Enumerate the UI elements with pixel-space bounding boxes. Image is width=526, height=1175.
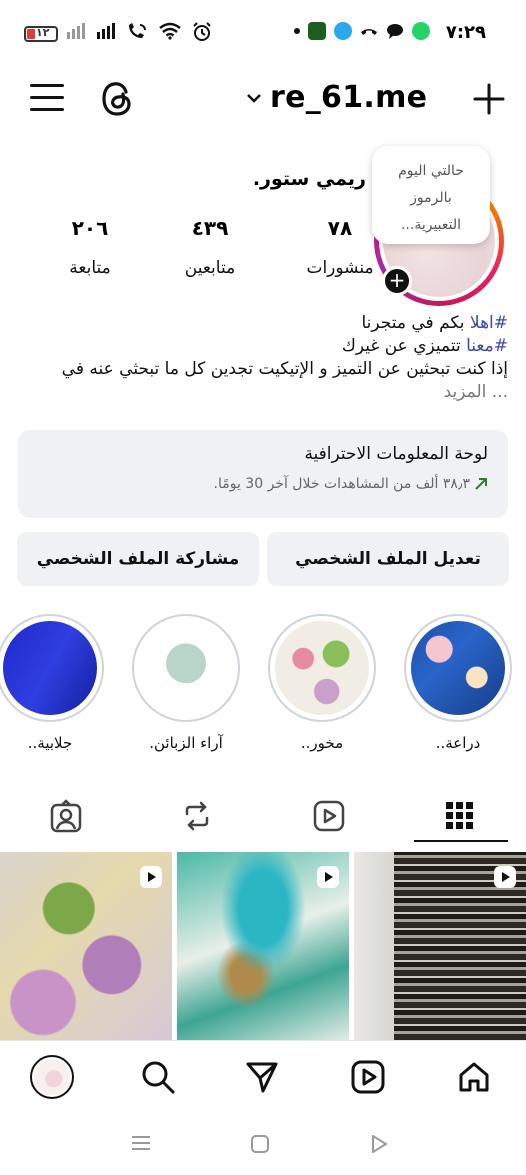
share-profile-button[interactable]: مشاركة الملف الشخصي (17, 532, 259, 586)
post-thumbnail[interactable] (177, 852, 349, 1040)
wifi-call-icon (129, 23, 146, 38)
dot-icon (294, 28, 300, 34)
profile-bio: #اهلا بكم في متجرنا #معنا تتميزي عن غيرك… (8, 312, 508, 404)
home-square-icon[interactable] (250, 1134, 270, 1154)
signal-icon (67, 23, 85, 39)
status-bar: ١٢ ٧:٢٩ (0, 0, 526, 66)
hashtag-link[interactable]: #اهلا (470, 313, 508, 333)
post-thumbnail[interactable] (0, 852, 172, 1040)
professional-dashboard[interactable]: لوحة المعلومات الاحترافية ٣٨٫٣ ألف من ال… (18, 430, 508, 518)
hashtag-link[interactable]: #معنا (466, 336, 508, 356)
dashboard-subtitle: ٣٨٫٣ ألف من المشاهدات خلال آخر 30 يومًا. (213, 476, 471, 492)
chevron-down-icon (247, 93, 261, 103)
stat-following[interactable]: ٢٠٦ متابعة (40, 216, 140, 278)
reels-icon[interactable] (309, 796, 349, 836)
note-line: بالرموز (410, 190, 452, 206)
highlight-item[interactable]: مخور.. (268, 614, 376, 752)
chat-icon (387, 24, 403, 39)
username: re_61.me (270, 80, 428, 115)
highlight-label: دراعة.. (435, 734, 481, 752)
stat-value: ٤٣٩ (191, 216, 229, 240)
tagged-icon[interactable] (46, 796, 86, 836)
send-icon[interactable] (240, 1055, 284, 1099)
dashboard-title: لوحة المعلومات الاحترافية (304, 444, 488, 464)
add-story-icon[interactable]: + (382, 266, 412, 296)
highlight-cover (3, 621, 97, 715)
stat-label: متابعة (69, 258, 111, 278)
reel-badge-icon (494, 866, 516, 888)
battery-level: ١٢ (36, 26, 50, 39)
bottom-navigation (0, 1040, 526, 1116)
system-navigation (0, 1116, 526, 1175)
stat-label: منشورات (306, 258, 374, 278)
status-time: ٧:٢٩ (445, 22, 486, 43)
reel-badge-icon (317, 866, 339, 888)
telegram-icon (334, 22, 352, 40)
display-name: ريمي ستور. (252, 168, 366, 190)
status-icons-left (66, 22, 212, 42)
bio-text: إذا كنت تبحثين عن التميز و الإتيكيت تجدي… (61, 359, 508, 379)
highlight-item[interactable]: آراء الزبائن. (132, 614, 240, 752)
username-switcher[interactable]: re_61.me (246, 80, 427, 115)
hamburger-icon[interactable] (30, 84, 64, 114)
note-line: حالتي اليوم (398, 163, 464, 179)
highlight-label: جلابية.. (27, 734, 73, 752)
home-icon[interactable] (452, 1055, 496, 1099)
whatsapp-icon (412, 22, 430, 40)
plus-icon[interactable] (472, 82, 506, 116)
highlight-item[interactable]: دراعة.. (404, 614, 512, 752)
repost-icon[interactable] (177, 796, 217, 836)
edit-profile-button[interactable]: تعديل الملف الشخصي (267, 532, 509, 586)
note-bubble[interactable]: حالتي اليوم بالرموز التعبيرية... (372, 146, 490, 244)
highlight-cover (411, 621, 505, 715)
trend-up-icon (475, 478, 487, 490)
threads-icon[interactable] (100, 80, 134, 118)
profile-avatar[interactable] (30, 1055, 74, 1099)
alarm-icon (193, 22, 211, 41)
stat-followers[interactable]: ٤٣٩ متابعين (160, 216, 260, 278)
post-thumbnail[interactable] (354, 852, 526, 1040)
profile-header: re_61.me (0, 66, 526, 134)
stat-value: ٢٠٦ (71, 216, 109, 240)
grid-icon[interactable] (440, 796, 480, 836)
highlight-item[interactable]: جلابية.. (0, 614, 104, 752)
signal-icon (97, 23, 115, 39)
app-icon (308, 22, 326, 40)
note-line: التعبيرية... (400, 217, 462, 233)
highlight-cover (275, 621, 369, 715)
highlight-label: آراء الزبائن. (149, 734, 223, 752)
missed-call-icon (361, 29, 377, 35)
bio-text: تتميزي عن غيرك (341, 336, 467, 356)
bio-text: بكم في متجرنا (361, 313, 470, 333)
more-link[interactable]: ... المزيد (8, 381, 508, 404)
active-tab-indicator (414, 840, 508, 842)
highlight-cover (139, 621, 233, 715)
search-icon[interactable] (136, 1055, 180, 1099)
highlight-label: مخور.. (300, 734, 344, 752)
wifi-icon (159, 22, 181, 40)
status-icons-right (294, 22, 430, 40)
menu-icon[interactable] (130, 1134, 152, 1152)
profile-tabs (0, 790, 526, 846)
reel-badge-icon (140, 866, 162, 888)
reels-icon[interactable] (346, 1055, 390, 1099)
back-triangle-icon[interactable] (370, 1134, 388, 1154)
battery-icon: ١٢ (24, 26, 58, 42)
stat-label: متابعين (184, 258, 236, 278)
